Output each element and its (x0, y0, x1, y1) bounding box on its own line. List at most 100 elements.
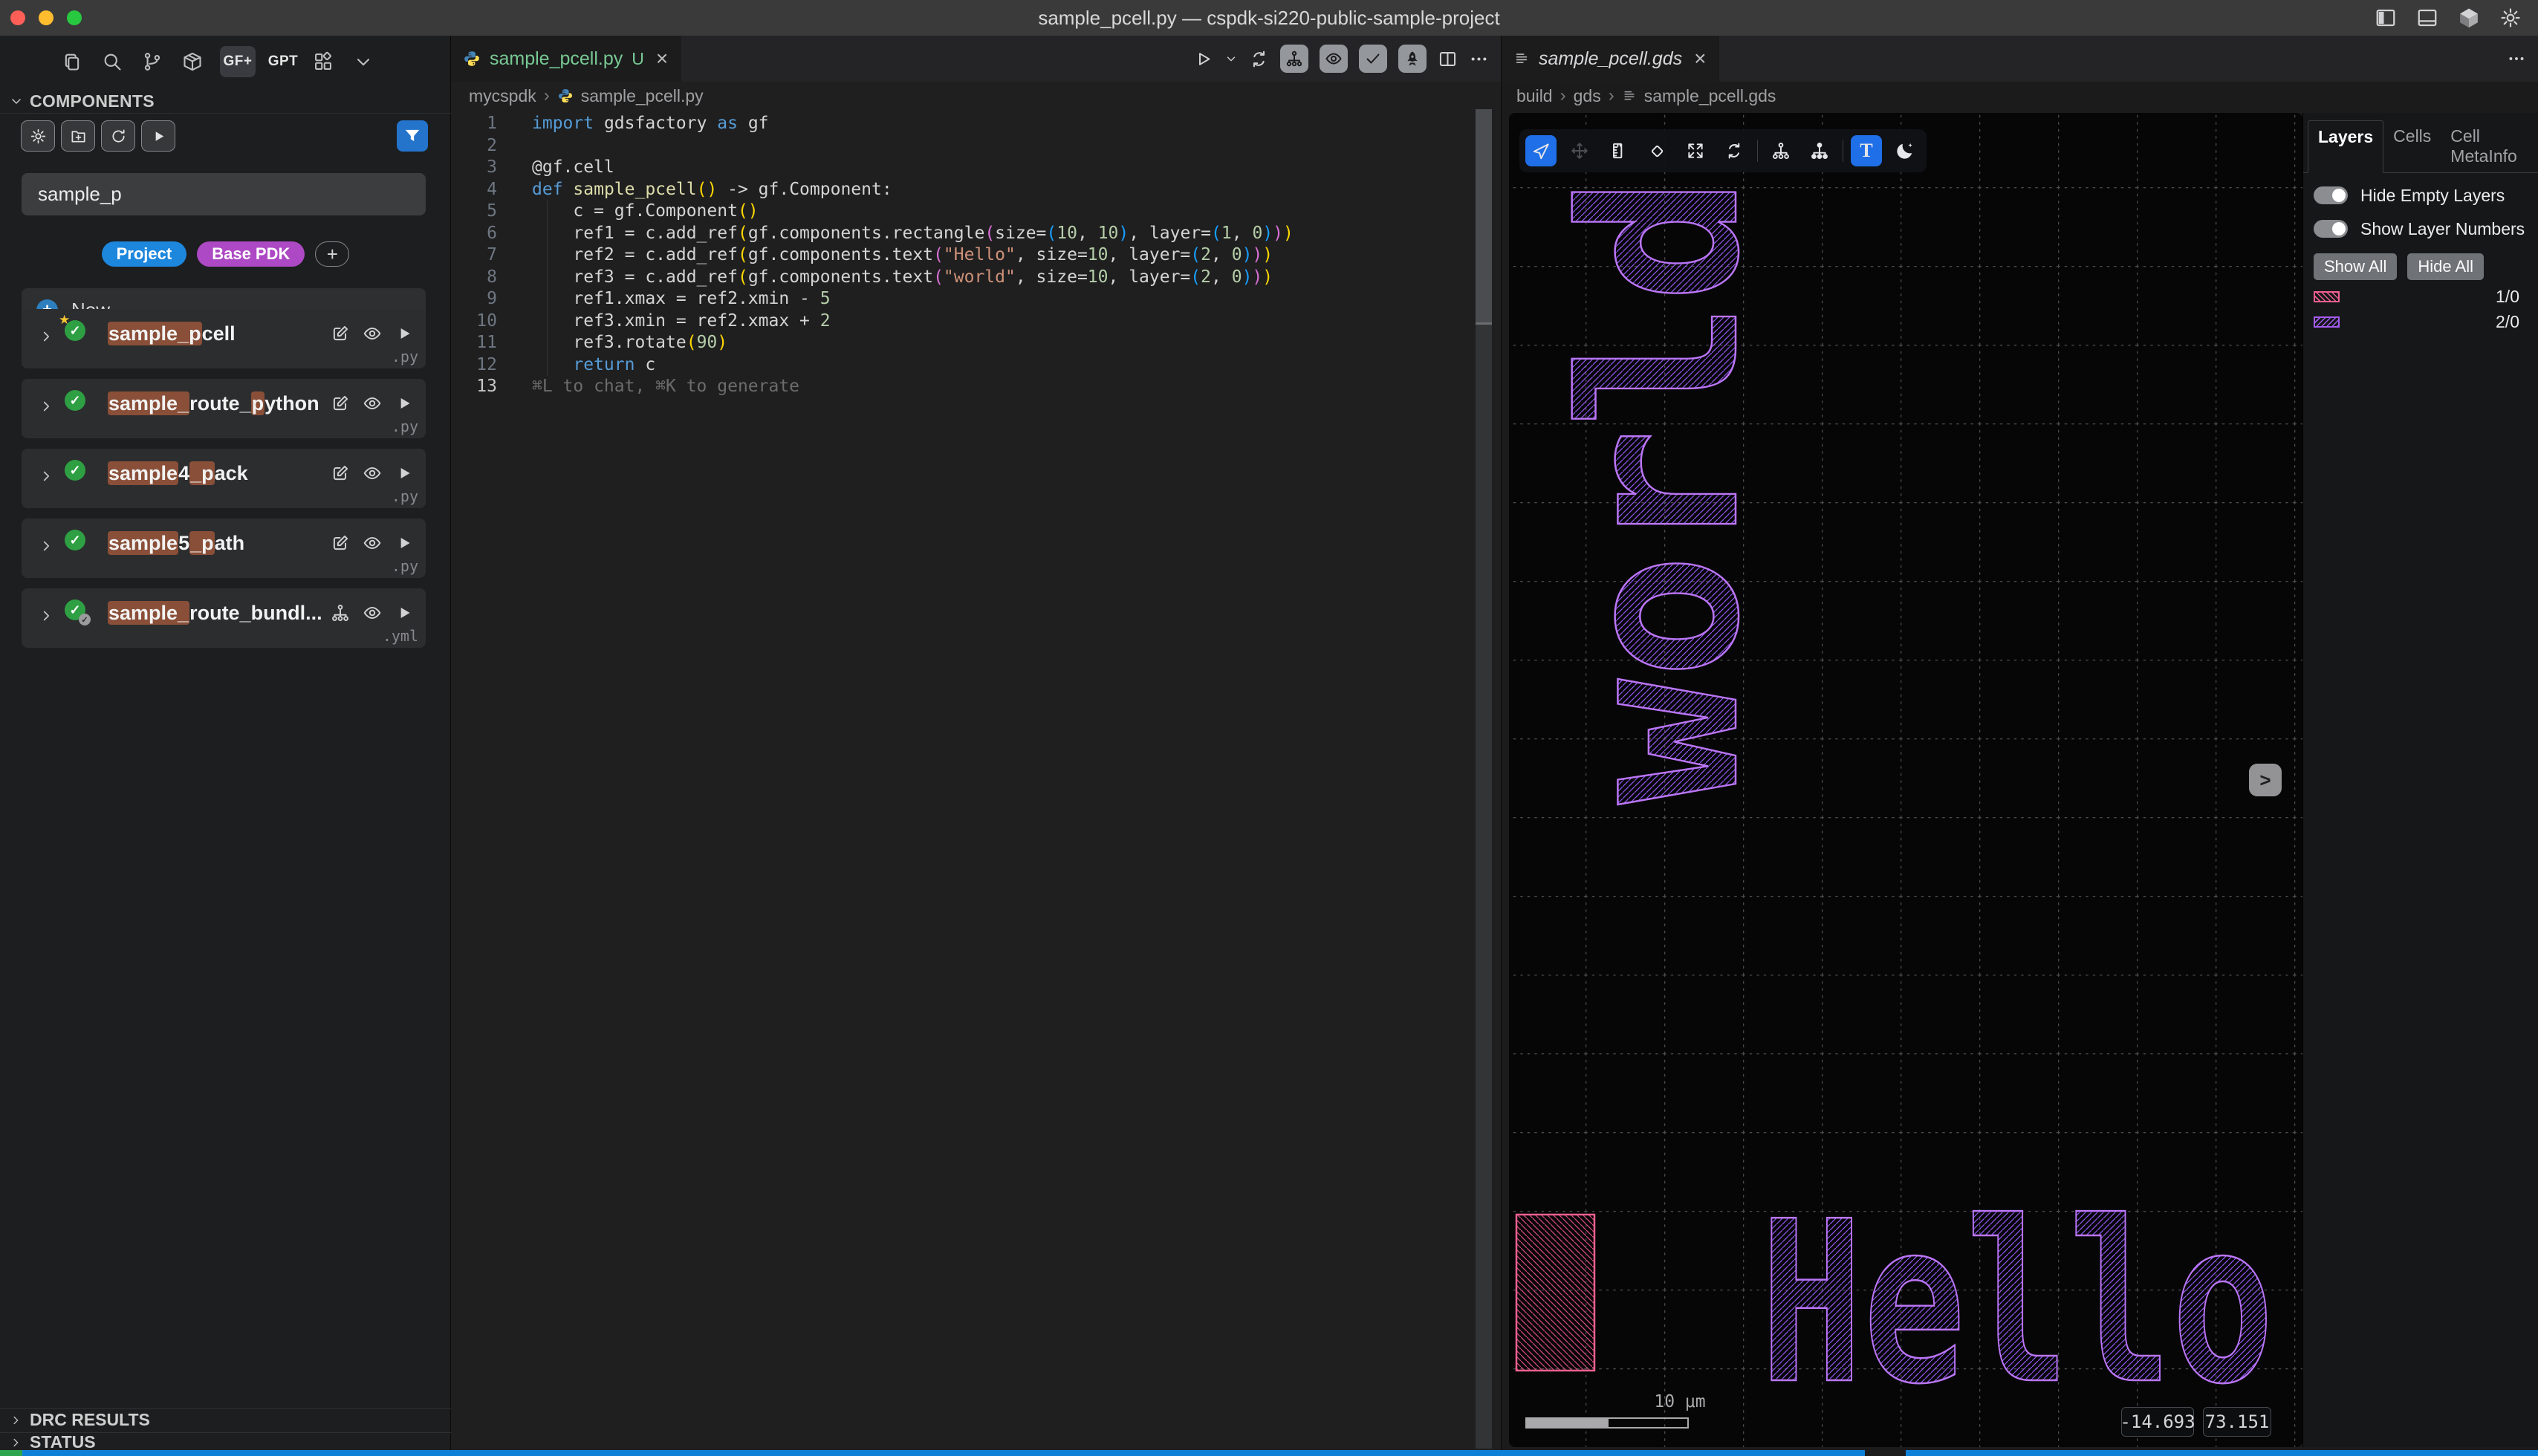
edit-button[interactable] (331, 533, 350, 553)
gds-text-world[interactable]: world (1536, 177, 1787, 805)
hide-all-button[interactable]: Hide All (2407, 253, 2484, 280)
breadcrumb-build[interactable]: build (1516, 86, 1553, 106)
run-button[interactable] (395, 533, 414, 553)
gds-rectangle-layer-1-0[interactable] (1516, 1215, 1594, 1371)
expand-chevron-icon[interactable] (38, 328, 54, 345)
breadcrumb-gds[interactable]: gds (1574, 86, 1601, 106)
edit-button[interactable] (331, 464, 350, 483)
code-line-13[interactable]: 13⌘L to chat, ⌘K to generate (451, 376, 1483, 398)
component-card[interactable]: ✓✓sample_route_bundl....yml (22, 588, 426, 648)
filter-pill-project[interactable]: Project (102, 241, 187, 267)
code-line-3[interactable]: 3@gf.cell (451, 157, 1483, 179)
measure-tool-button[interactable] (1603, 135, 1634, 166)
code-line-4[interactable]: 4def sample_pcell() -> gf.Component: (451, 179, 1483, 201)
activity-package-view[interactable] (180, 49, 205, 74)
run-options-button[interactable] (1224, 52, 1238, 65)
pan-tool-button[interactable] (1564, 135, 1595, 166)
more-actions-button[interactable] (2507, 49, 2526, 68)
toggle-sidebar-button[interactable] (2375, 7, 2397, 29)
breadcrumb-folder[interactable]: mycspdk (469, 86, 536, 106)
layer-row-1-0[interactable]: 1/0 (2314, 287, 2519, 305)
code-editor[interactable]: 1import gdsfactory as gf23@gf.cell4def s… (451, 113, 1483, 398)
sync-view-button[interactable] (1249, 49, 1269, 69)
code-line-5[interactable]: 5 c = gf.Component() (451, 201, 1483, 223)
layers-tab-cells[interactable]: Cells (2383, 120, 2441, 172)
schematic-button[interactable] (331, 603, 350, 623)
run-button[interactable] (395, 394, 414, 413)
hierarchy-outline-button[interactable] (1765, 135, 1797, 166)
activity-gpt[interactable]: GPT (270, 49, 296, 74)
run-checks-button[interactable] (1359, 45, 1387, 73)
activity-search[interactable] (100, 49, 125, 74)
layers-tab-cell-metainfo[interactable]: Cell MetaInfo (2441, 120, 2534, 172)
expand-chevron-icon[interactable] (38, 468, 54, 484)
tab-sample-pcell-py[interactable]: sample_pcell.py U × (451, 36, 681, 82)
more-actions-button[interactable] (1469, 49, 1489, 69)
breadcrumb-file[interactable]: sample_pcell.py (581, 86, 704, 106)
code-line-1[interactable]: 1import gdsfactory as gf (451, 113, 1483, 135)
activity-source-control[interactable] (140, 49, 165, 74)
tab-sample-pcell-gds[interactable]: sample_pcell.gds × (1502, 36, 1719, 82)
settings-button[interactable] (2499, 7, 2522, 29)
eraser-tool-button[interactable] (1641, 135, 1672, 166)
component-card[interactable]: ✓★sample_pcell.py (22, 309, 426, 368)
scrollbar-thumb[interactable] (1476, 109, 1492, 325)
components-section-header[interactable]: COMPONENTS (9, 91, 155, 111)
filter-pill-base-pdk[interactable]: Base PDK (197, 241, 305, 267)
add-filter-button[interactable]: + (315, 241, 349, 267)
run-button[interactable] (395, 324, 414, 343)
code-line-11[interactable]: 11 ref3.rotate(90) (451, 332, 1483, 354)
filter-button[interactable] (397, 120, 428, 152)
activity-explorer[interactable] (59, 49, 85, 74)
layers-tab-layers[interactable]: Layers (2308, 120, 2383, 173)
component-search-input[interactable]: sample_p (22, 173, 426, 215)
deploy-button[interactable] (1398, 45, 1427, 73)
code-line-9[interactable]: 9 ref1.xmax = ref2.xmin - 5 (451, 288, 1483, 311)
reload-layout-button[interactable] (1718, 135, 1750, 166)
close-tab-button[interactable]: × (1694, 47, 1706, 71)
run-file-button[interactable] (1193, 49, 1213, 69)
toggle-switch[interactable] (2314, 186, 2348, 204)
minimize-window-button[interactable] (39, 10, 53, 25)
close-window-button[interactable] (10, 10, 25, 25)
component-name[interactable]: sample_pcell (108, 322, 236, 345)
dark-mode-button[interactable] (1889, 135, 1921, 166)
select-tool-button[interactable] (1525, 135, 1557, 166)
component-card[interactable]: ✓sample_route_python.py (22, 379, 426, 438)
edit-button[interactable] (331, 394, 350, 413)
code-line-8[interactable]: 8 ref3 = c.add_ref(gf.components.text("w… (451, 267, 1483, 289)
refresh-components-button[interactable] (101, 120, 135, 152)
activity-extensions[interactable] (311, 49, 336, 74)
code-line-10[interactable]: 10 ref3.xmin = ref2.xmax + 2 (451, 311, 1483, 333)
component-name[interactable]: sample5_path (108, 532, 244, 555)
editor-breadcrumb[interactable]: mycspdk › sample_pcell.py (451, 82, 1501, 110)
remote-indicator[interactable] (0, 1450, 22, 1456)
preview-button[interactable] (363, 533, 382, 553)
close-tab-button[interactable]: × (656, 47, 668, 71)
code-line-7[interactable]: 7 ref2 = c.add_ref(gf.components.text("H… (451, 244, 1483, 267)
code-line-2[interactable]: 2 (451, 135, 1483, 157)
expand-chevron-icon[interactable] (38, 398, 54, 415)
preview-button[interactable] (363, 324, 382, 343)
toggle-switch[interactable] (2314, 220, 2348, 238)
component-name[interactable]: sample4_pack (108, 462, 248, 485)
component-card[interactable]: ✓sample5_path.py (22, 519, 426, 578)
edit-button[interactable] (331, 324, 350, 343)
zoom-window-button[interactable] (67, 10, 82, 25)
hierarchy-filled-button[interactable] (1804, 135, 1835, 166)
split-editor-button[interactable] (1438, 49, 1458, 69)
component-name[interactable]: sample_route_python (108, 392, 319, 415)
activity-more-views[interactable] (351, 49, 376, 74)
gds-text-hello[interactable]: Hello (1760, 1174, 2274, 1433)
gds-canvas[interactable]: world Hello T 10 μm -14.693 73.151 > (1509, 113, 2302, 1447)
preview-button[interactable] (363, 394, 382, 413)
component-settings-button[interactable] (21, 120, 55, 152)
run-all-button[interactable] (141, 120, 175, 152)
fit-view-button[interactable] (1680, 135, 1711, 166)
new-folder-button[interactable] (61, 120, 95, 152)
3d-view-button[interactable] (2458, 7, 2480, 29)
preview-button[interactable] (363, 603, 382, 623)
run-button[interactable] (395, 464, 414, 483)
drc-results-section[interactable]: DRC RESULTS (0, 1408, 451, 1431)
status-section[interactable]: STATUS (0, 1432, 451, 1452)
